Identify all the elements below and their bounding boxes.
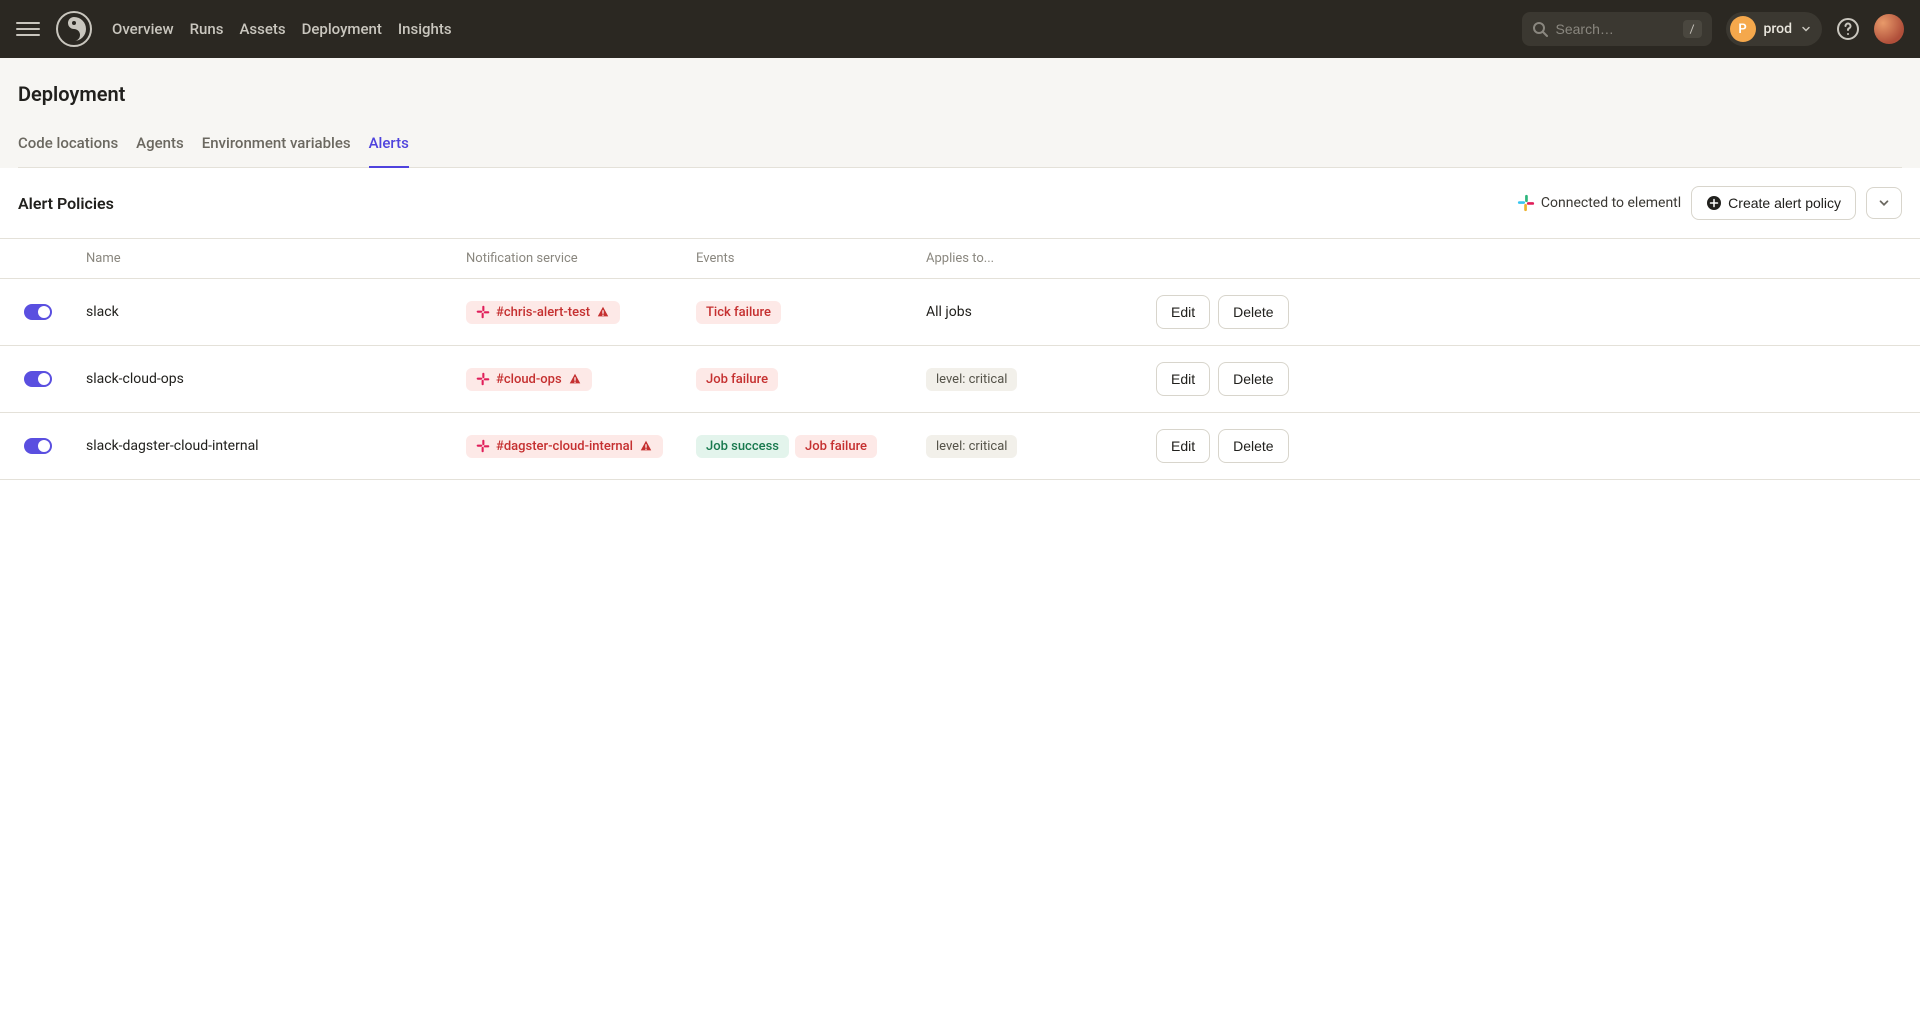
column-notification: Notification service bbox=[452, 239, 682, 279]
workspace-switcher[interactable]: P prod bbox=[1726, 12, 1822, 46]
edit-button[interactable]: Edit bbox=[1156, 362, 1210, 396]
policy-name: slack-dagster-cloud-internal bbox=[72, 413, 452, 480]
delete-button[interactable]: Delete bbox=[1218, 295, 1288, 329]
main-nav: Overview Runs Assets Deployment Insights bbox=[112, 20, 452, 38]
app-logo[interactable] bbox=[56, 11, 92, 47]
event-tag: Tick failure bbox=[696, 301, 781, 324]
nav-overview[interactable]: Overview bbox=[112, 20, 174, 38]
policy-name: slack bbox=[72, 279, 452, 346]
notification-channel-tag: #chris-alert-test bbox=[466, 301, 620, 324]
policy-name: slack-cloud-ops bbox=[72, 346, 452, 413]
nav-deployment[interactable]: Deployment bbox=[302, 20, 382, 38]
plus-circle-icon bbox=[1706, 195, 1722, 211]
applies-to-text: All jobs bbox=[912, 279, 1142, 346]
alert-policies-table: Name Notification service Events Applies… bbox=[0, 239, 1920, 480]
enable-toggle[interactable] bbox=[24, 371, 52, 387]
search-icon bbox=[1532, 21, 1548, 37]
menu-icon[interactable] bbox=[16, 17, 40, 41]
nav-assets[interactable]: Assets bbox=[239, 20, 285, 38]
alerts-toolbar: Alert Policies Connected to elementl Cre… bbox=[0, 168, 1920, 239]
column-applies: Applies to... bbox=[912, 239, 1142, 279]
connected-label: Connected to elementl bbox=[1541, 195, 1681, 211]
channel-name: #cloud-ops bbox=[496, 372, 562, 387]
section-title: Alert Policies bbox=[18, 194, 114, 213]
tab-code-locations[interactable]: Code locations bbox=[18, 134, 118, 168]
applies-to-tag: level: critical bbox=[926, 435, 1017, 458]
table-row: slack-cloud-ops #cloud-ops Job failure le… bbox=[0, 346, 1920, 413]
event-tag: Job failure bbox=[795, 435, 877, 458]
delete-button[interactable]: Delete bbox=[1218, 429, 1288, 463]
create-alert-policy-label: Create alert policy bbox=[1728, 195, 1841, 211]
workspace-badge: P bbox=[1730, 16, 1756, 42]
search-box[interactable]: / bbox=[1522, 12, 1712, 46]
delete-button[interactable]: Delete bbox=[1218, 362, 1288, 396]
event-tag: Job failure bbox=[696, 368, 778, 391]
warning-icon bbox=[568, 372, 582, 386]
slack-icon bbox=[476, 439, 490, 453]
nav-runs[interactable]: Runs bbox=[190, 20, 224, 38]
column-events: Events bbox=[682, 239, 912, 279]
applies-to-tag: level: critical bbox=[926, 368, 1017, 391]
channel-name: #dagster-cloud-internal bbox=[496, 439, 633, 454]
topbar: Overview Runs Assets Deployment Insights… bbox=[0, 0, 1920, 58]
notification-channel-tag: #cloud-ops bbox=[466, 368, 592, 391]
search-key-hint: / bbox=[1683, 20, 1702, 38]
edit-button[interactable]: Edit bbox=[1156, 295, 1210, 329]
nav-insights[interactable]: Insights bbox=[398, 20, 452, 38]
tab-alerts[interactable]: Alerts bbox=[369, 134, 409, 168]
chevron-down-icon bbox=[1877, 196, 1891, 210]
search-input[interactable] bbox=[1556, 21, 1683, 37]
slack-icon bbox=[1517, 194, 1535, 212]
tab-agents[interactable]: Agents bbox=[136, 134, 184, 168]
edit-button[interactable]: Edit bbox=[1156, 429, 1210, 463]
page-tabs: Code locations Agents Environment variab… bbox=[18, 134, 1902, 168]
event-tag: Job success bbox=[696, 435, 789, 458]
connected-status: Connected to elementl bbox=[1517, 194, 1681, 212]
create-alert-policy-button[interactable]: Create alert policy bbox=[1691, 186, 1856, 220]
user-avatar[interactable] bbox=[1874, 14, 1904, 44]
enable-toggle[interactable] bbox=[24, 304, 52, 320]
warning-icon bbox=[596, 305, 610, 319]
more-actions-button[interactable] bbox=[1866, 187, 1902, 219]
warning-icon bbox=[639, 439, 653, 453]
chevron-down-icon bbox=[1800, 23, 1812, 35]
enable-toggle[interactable] bbox=[24, 438, 52, 454]
workspace-name: prod bbox=[1764, 21, 1792, 37]
slack-icon bbox=[476, 372, 490, 386]
table-row: slack-dagster-cloud-internal #dagster-cl… bbox=[0, 413, 1920, 480]
slack-icon bbox=[476, 305, 490, 319]
column-name: Name bbox=[72, 239, 452, 279]
tab-environment-variables[interactable]: Environment variables bbox=[202, 134, 351, 168]
notification-channel-tag: #dagster-cloud-internal bbox=[466, 435, 663, 458]
page-title: Deployment bbox=[18, 82, 1902, 106]
channel-name: #chris-alert-test bbox=[496, 305, 590, 320]
table-row: slack #chris-alert-test Tick failure All … bbox=[0, 279, 1920, 346]
page-header: Deployment Code locations Agents Environ… bbox=[0, 58, 1920, 168]
help-icon[interactable] bbox=[1836, 17, 1860, 41]
